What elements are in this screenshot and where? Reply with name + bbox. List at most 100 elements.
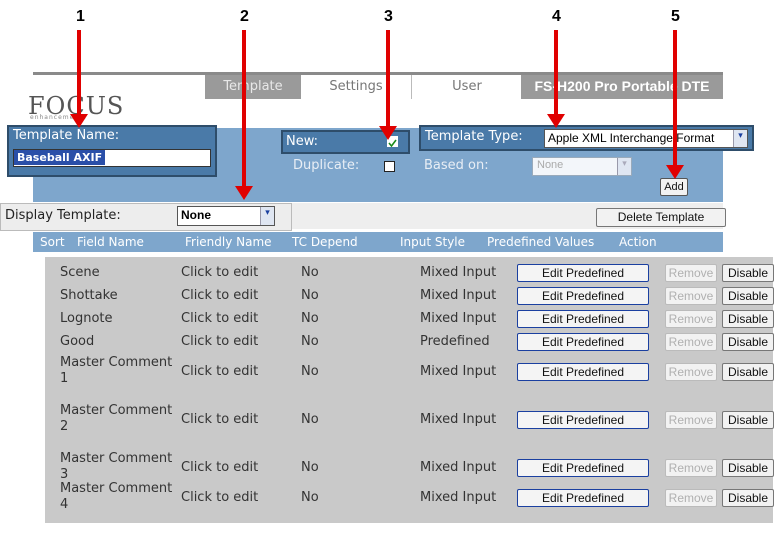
callout-5: 5	[671, 8, 680, 25]
tc-depend: No	[301, 364, 319, 379]
input-style: Mixed Input	[420, 288, 497, 303]
product-title: FS-H200 Pro Portable DTE	[521, 75, 723, 99]
based-on-value: None	[537, 159, 564, 171]
field-name: Good	[60, 334, 95, 349]
disable-button[interactable]: Disable	[722, 459, 774, 477]
friendly-name[interactable]: Click to edit	[181, 311, 258, 327]
tc-depend: No	[301, 412, 319, 427]
template-name-label: Template Name:	[13, 128, 120, 143]
edit-predefined-button[interactable]: Edit Predefined	[517, 411, 649, 429]
template-type-box: Template Type: Apple XML Interchange For…	[419, 125, 754, 151]
col-friendly-name: Friendly Name	[185, 235, 272, 249]
friendly-name[interactable]: Click to edit	[181, 288, 258, 304]
tab-template[interactable]: Template	[205, 75, 301, 99]
remove-button[interactable]: Remove	[665, 264, 717, 282]
table-row: Master Comment 1 Click to edit No Mixed …	[45, 353, 774, 393]
based-on-select[interactable]: None ▾	[532, 157, 632, 176]
friendly-name[interactable]: Click to edit	[181, 460, 258, 476]
tab-settings[interactable]: Settings	[301, 75, 411, 99]
table-row: Good Click to edit No Predefined Edit Pr…	[45, 330, 774, 352]
add-button[interactable]: Add	[660, 178, 688, 196]
field-name: Scene	[60, 265, 100, 280]
friendly-name[interactable]: Click to edit	[181, 412, 258, 428]
remove-button[interactable]: Remove	[665, 459, 717, 477]
callout-3: 3	[384, 8, 393, 25]
input-style: Mixed Input	[420, 412, 497, 427]
callout-1: 1	[76, 8, 85, 25]
edit-predefined-button[interactable]: Edit Predefined	[517, 363, 649, 381]
callout-4: 4	[552, 8, 561, 25]
field-name: Master Comment 1	[60, 355, 173, 386]
table-row: Master Comment 2 Click to edit No Mixed …	[45, 401, 774, 441]
edit-predefined-button[interactable]: Edit Predefined	[517, 333, 649, 351]
col-action: Action	[619, 235, 657, 249]
table-header: Sort Field Name Friendly Name TC Depend …	[33, 232, 723, 252]
chevron-down-icon: ▾	[617, 158, 631, 175]
template-type-select[interactable]: Apple XML Interchange Format ▾	[544, 129, 748, 148]
edit-predefined-button[interactable]: Edit Predefined	[517, 489, 649, 507]
tc-depend: No	[301, 490, 319, 505]
col-predefined-values: Predefined Values	[487, 235, 595, 249]
edit-predefined-button[interactable]: Edit Predefined	[517, 310, 649, 328]
disable-button[interactable]: Disable	[722, 411, 774, 429]
callout-2: 2	[240, 8, 249, 25]
delete-template-button[interactable]: Delete Template	[596, 208, 726, 227]
input-style: Mixed Input	[420, 364, 497, 379]
template-name-value: Baseball AXIF	[14, 150, 106, 165]
based-on-label: Based on:	[424, 158, 489, 173]
field-name: Master Comment 2	[60, 403, 173, 434]
field-name: Shottake	[60, 288, 118, 303]
display-template-bar: Display Template: None ▾	[0, 203, 292, 231]
callout-arrow-4	[547, 30, 565, 128]
template-name-input[interactable]: Baseball AXIF	[13, 149, 211, 167]
input-style: Mixed Input	[420, 311, 497, 326]
fields-table: Scene Click to edit No Mixed Input Edit …	[45, 257, 774, 523]
remove-button[interactable]: Remove	[665, 489, 717, 507]
disable-button[interactable]: Disable	[722, 310, 774, 328]
remove-button[interactable]: Remove	[665, 333, 717, 351]
remove-button[interactable]: Remove	[665, 310, 717, 328]
disable-button[interactable]: Disable	[722, 363, 774, 381]
field-name: Lognote	[60, 311, 113, 326]
friendly-name[interactable]: Click to edit	[181, 265, 258, 281]
input-style: Mixed Input	[420, 490, 497, 505]
remove-button[interactable]: Remove	[665, 363, 717, 381]
tc-depend: No	[301, 334, 319, 349]
new-label: New:	[286, 134, 319, 149]
tc-depend: No	[301, 288, 319, 303]
col-input-style: Input Style	[400, 235, 466, 249]
chevron-down-icon: ▾	[260, 207, 274, 225]
col-sort[interactable]: Sort	[40, 235, 65, 249]
friendly-name[interactable]: Click to edit	[181, 364, 258, 380]
callout-arrow-5	[666, 30, 684, 179]
disable-button[interactable]: Disable	[722, 264, 774, 282]
disable-button[interactable]: Disable	[722, 489, 774, 507]
display-template-select[interactable]: None ▾	[177, 206, 275, 226]
edit-predefined-button[interactable]: Edit Predefined	[517, 459, 649, 477]
friendly-name[interactable]: Click to edit	[181, 490, 258, 506]
disable-button[interactable]: Disable	[722, 333, 774, 351]
tc-depend: No	[301, 311, 319, 326]
template-name-box: Template Name: Baseball AXIF	[7, 125, 217, 177]
tab-user[interactable]: User	[411, 75, 522, 99]
remove-button[interactable]: Remove	[665, 287, 717, 305]
table-row: Lognote Click to edit No Mixed Input Edi…	[45, 307, 774, 329]
edit-predefined-button[interactable]: Edit Predefined	[517, 287, 649, 305]
friendly-name[interactable]: Click to edit	[181, 334, 258, 350]
disable-button[interactable]: Disable	[722, 287, 774, 305]
tc-depend: No	[301, 460, 319, 475]
callout-arrow-1	[70, 30, 88, 128]
duplicate-checkbox[interactable]	[384, 161, 395, 172]
table-row: Shottake Click to edit No Mixed Input Ed…	[45, 284, 774, 306]
template-type-value: Apple XML Interchange Format	[548, 131, 715, 145]
check-icon	[388, 139, 397, 148]
tc-depend: No	[301, 265, 319, 280]
template-type-label: Template Type:	[425, 129, 523, 144]
edit-predefined-button[interactable]: Edit Predefined	[517, 264, 649, 282]
display-template-label: Display Template:	[5, 208, 121, 223]
remove-button[interactable]: Remove	[665, 411, 717, 429]
chevron-down-icon: ▾	[733, 130, 747, 147]
field-name: Master Comment 4	[60, 481, 173, 512]
input-style: Predefined	[420, 334, 490, 349]
toolbar-strip: Delete Template	[290, 203, 726, 229]
